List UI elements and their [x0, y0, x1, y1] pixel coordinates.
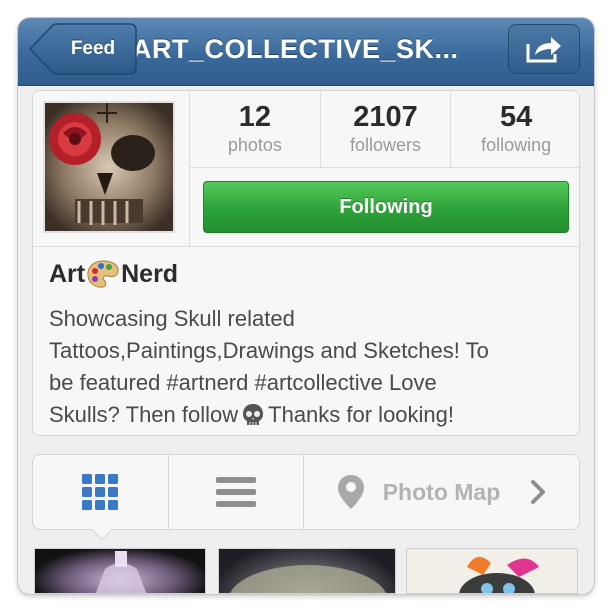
following-button-label: Following	[339, 195, 433, 218]
nav-header: Feed ART_COLLECTIVE_SK...	[18, 18, 594, 86]
back-button[interactable]: Feed	[50, 24, 136, 74]
back-button-wrapper: Feed	[28, 23, 137, 75]
stat-label: followers	[349, 135, 422, 155]
thumbnail-image	[459, 556, 539, 593]
stat-label: following	[481, 135, 552, 155]
thumbnail-image	[230, 565, 386, 593]
grid-view-icon	[82, 474, 118, 510]
map-pin-icon	[337, 475, 364, 509]
app-frame: Feed ART_COLLECTIVE_SK... 12 photos 2107…	[18, 18, 594, 594]
selected-tab-caret	[91, 529, 111, 541]
profile-name-part2: Nerd	[121, 259, 179, 288]
avatar[interactable]	[43, 101, 175, 233]
profile-bio: Showcasing Skull related Tattoos,Paintin…	[49, 303, 569, 431]
skull-rose-avatar-image	[45, 103, 173, 231]
share-button[interactable]	[508, 24, 580, 74]
stats-divider	[190, 167, 581, 168]
stat-photos[interactable]: 12 photos	[190, 91, 320, 167]
photo-thumbnail[interactable]	[34, 548, 206, 594]
list-view-tab[interactable]	[168, 455, 302, 529]
photo-thumbnail[interactable]	[218, 548, 396, 594]
share-arrow-icon	[526, 37, 561, 63]
bio-line: Tattoos,Paintings,Drawings and Sketches!…	[49, 338, 489, 363]
back-button-label: Feed	[70, 38, 116, 59]
bio-line-part: Thanks for looking!	[268, 402, 455, 427]
bio-line: Skulls? Then follow Thanks for looking!	[49, 399, 569, 431]
artist-palette-icon	[87, 260, 119, 288]
stat-value: 12	[238, 101, 271, 133]
photo-thumbnail[interactable]	[406, 548, 578, 594]
skull-icon	[243, 404, 264, 425]
stat-following[interactable]: 54 following	[450, 91, 581, 167]
list-view-icon	[215, 477, 256, 507]
profile-name: Art Nerd	[49, 259, 178, 289]
bio-divider	[33, 246, 581, 247]
view-selector: Photo Map	[32, 454, 580, 530]
profile-name-part1: Art	[49, 259, 86, 288]
photo-map-tab[interactable]: Photo Map	[303, 455, 579, 529]
thumbnail-image	[95, 551, 147, 593]
photo-map-label: Photo Map	[382, 478, 501, 505]
profile-stats: 12 photos 2107 followers 54 following	[190, 91, 581, 167]
stat-value: 54	[500, 101, 533, 133]
bio-line-part: Skulls? Then follow	[49, 402, 239, 427]
grid-view-tab[interactable]	[33, 455, 167, 529]
page-title: ART_COLLECTIVE_SK...	[132, 34, 459, 64]
bio-line: be featured #artnerd #artcollective Love	[49, 370, 437, 395]
stat-value: 2107	[353, 101, 418, 133]
following-button[interactable]: Following	[203, 181, 569, 233]
chevron-right-icon	[531, 480, 546, 504]
bio-line: Showcasing Skull related	[49, 306, 295, 331]
profile-card: 12 photos 2107 followers 54 following Fo…	[32, 90, 581, 436]
stat-followers[interactable]: 2107 followers	[319, 91, 451, 167]
stat-label: photos	[227, 135, 282, 155]
